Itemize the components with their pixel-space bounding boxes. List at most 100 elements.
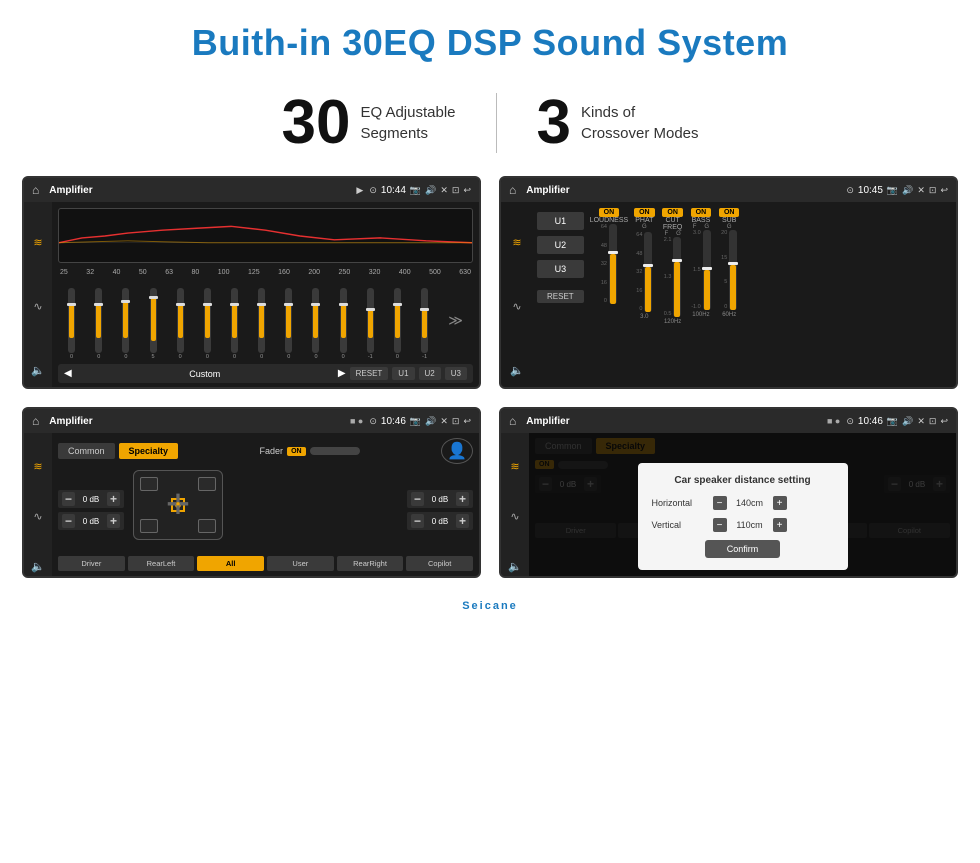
user-btn[interactable]: User (267, 556, 334, 571)
loudness-track[interactable] (609, 224, 617, 304)
rearleft-btn[interactable]: RearLeft (128, 556, 195, 571)
eq-icon[interactable]: ≋ (33, 236, 42, 249)
speaker-down-icon[interactable]: 🔈 (31, 364, 45, 377)
db-ctrl-3: − 0 dB + (407, 490, 473, 508)
screen4-title: Amplifier (526, 416, 569, 427)
close-icon3[interactable]: ✕ (440, 416, 448, 427)
next-btn[interactable]: ▶ (338, 368, 346, 379)
window-icon[interactable]: ⊡ (452, 185, 460, 196)
slider-8[interactable]: 0 (258, 288, 265, 360)
speaker-icon2[interactable]: 🔈 (510, 364, 524, 377)
home-icon2[interactable]: ⌂ (509, 183, 516, 197)
camera-icon3: 📷 (410, 416, 421, 427)
slider-6[interactable]: 0 (204, 288, 211, 360)
sub-scale: 201550 (721, 230, 727, 310)
slider-12[interactable]: -1 (367, 288, 374, 360)
wave-icon2[interactable]: ∿ (512, 300, 521, 313)
phat-on[interactable]: ON (634, 208, 655, 217)
rearright-btn[interactable]: RearRight (337, 556, 404, 571)
eq-sliders: 0 0 0 5 0 0 0 0 0 0 0 -1 0 -1 ≫ (58, 280, 473, 360)
db-val-1: 0 dB (77, 495, 105, 504)
home-icon4[interactable]: ⌂ (509, 414, 516, 428)
wave-icon4[interactable]: ∿ (510, 510, 519, 523)
home-icon3[interactable]: ⌂ (32, 414, 39, 428)
slider-3[interactable]: 0 (122, 288, 129, 360)
screens-grid: ⌂ Amplifier ▶ ⊙ 10:44 📷 🔊 ✕ ⊡ ↩ ≋ ∿ 🔈 (0, 176, 980, 600)
phat-track[interactable] (644, 232, 652, 312)
reset-btn[interactable]: RESET (350, 367, 389, 380)
eq-icon3[interactable]: ≋ (33, 460, 42, 473)
on-badge3[interactable]: ON (287, 447, 306, 456)
horizontal-minus[interactable]: − (713, 496, 727, 510)
speaker-icon4[interactable]: 🔈 (508, 560, 522, 573)
common-tab[interactable]: Common (58, 443, 115, 459)
specialty-tab[interactable]: Specialty (119, 443, 179, 459)
prev-btn[interactable]: ◀ (64, 368, 72, 379)
back-icon2[interactable]: ↩ (940, 185, 948, 196)
db-minus-4[interactable]: − (411, 514, 424, 528)
cutfreq-track[interactable] (673, 237, 681, 317)
speaker-icon3[interactable]: 🔈 (31, 560, 45, 573)
crossover-side: ≋ ∿ 🔈 (501, 202, 533, 389)
slider-14[interactable]: -1 (421, 288, 428, 360)
u2-crossover[interactable]: U2 (537, 236, 584, 254)
eq-icon4[interactable]: ≋ (510, 460, 519, 473)
u3-btn[interactable]: U3 (445, 367, 467, 380)
u1-crossover[interactable]: U1 (537, 212, 584, 230)
expand-icon[interactable]: ≫ (448, 312, 463, 329)
home-icon[interactable]: ⌂ (32, 183, 39, 197)
copilot-btn[interactable]: Copilot (406, 556, 473, 571)
driver-btn[interactable]: Driver (58, 556, 125, 571)
window-icon2[interactable]: ⊡ (929, 185, 937, 196)
fader-slider[interactable] (310, 447, 360, 455)
eq-icon2[interactable]: ≋ (512, 236, 521, 249)
db-minus-1[interactable]: − (62, 492, 75, 506)
wave-icon[interactable]: ∿ (33, 300, 42, 313)
bass-on[interactable]: ON (691, 208, 712, 217)
u3-crossover[interactable]: U3 (537, 260, 584, 278)
slider-10[interactable]: 0 (312, 288, 319, 360)
back-icon4[interactable]: ↩ (940, 416, 948, 427)
window-icon3[interactable]: ⊡ (452, 416, 460, 427)
slider-9[interactable]: 0 (285, 288, 292, 360)
db-plus-4[interactable]: + (456, 514, 469, 528)
horizontal-plus[interactable]: + (773, 496, 787, 510)
slider-4[interactable]: 5 (150, 288, 157, 360)
sub-on[interactable]: ON (719, 208, 740, 217)
close-icon2[interactable]: ✕ (917, 185, 925, 196)
slider-7[interactable]: 0 (231, 288, 238, 360)
slider-1[interactable]: 0 (68, 288, 75, 360)
db-plus-3[interactable]: + (456, 492, 469, 506)
db-val-3: 0 dB (426, 495, 454, 504)
sp3-bottom-btns: Driver RearLeft All User RearRight Copil… (58, 556, 473, 571)
u1-btn[interactable]: U1 (392, 367, 414, 380)
back-icon[interactable]: ↩ (463, 185, 471, 196)
db-minus-2[interactable]: − (62, 514, 75, 528)
cutfreq-on[interactable]: ON (662, 208, 683, 217)
u2-btn[interactable]: U2 (419, 367, 441, 380)
location-icon4: ⊙ (846, 416, 854, 427)
screen2-title: Amplifier (526, 185, 569, 196)
slider-2[interactable]: 0 (95, 288, 102, 360)
crossover-reset[interactable]: RESET (537, 290, 584, 303)
loudness-on[interactable]: ON (599, 208, 620, 217)
screen1-icons: ⊙ 10:44 📷 🔊 ✕ ⊡ ↩ (369, 185, 471, 196)
sub-track[interactable] (729, 230, 737, 310)
all-btn[interactable]: All (197, 556, 264, 571)
slider-13[interactable]: 0 (394, 288, 401, 360)
db-plus-2[interactable]: + (107, 514, 120, 528)
back-icon3[interactable]: ↩ (463, 416, 471, 427)
slider-5[interactable]: 0 (177, 288, 184, 360)
wave-icon3[interactable]: ∿ (33, 510, 42, 523)
confirm-btn[interactable]: Confirm (705, 540, 781, 558)
db-minus-3[interactable]: − (411, 492, 424, 506)
window-icon4[interactable]: ⊡ (929, 416, 937, 427)
close-icon4[interactable]: ✕ (917, 416, 925, 427)
vertical-minus[interactable]: − (713, 518, 727, 532)
close-icon[interactable]: ✕ (440, 185, 448, 196)
slider-11[interactable]: 0 (340, 288, 347, 360)
bass-name: BASS (692, 217, 711, 224)
vertical-plus[interactable]: + (773, 518, 787, 532)
bass-track[interactable] (703, 230, 711, 310)
db-plus-1[interactable]: + (107, 492, 120, 506)
